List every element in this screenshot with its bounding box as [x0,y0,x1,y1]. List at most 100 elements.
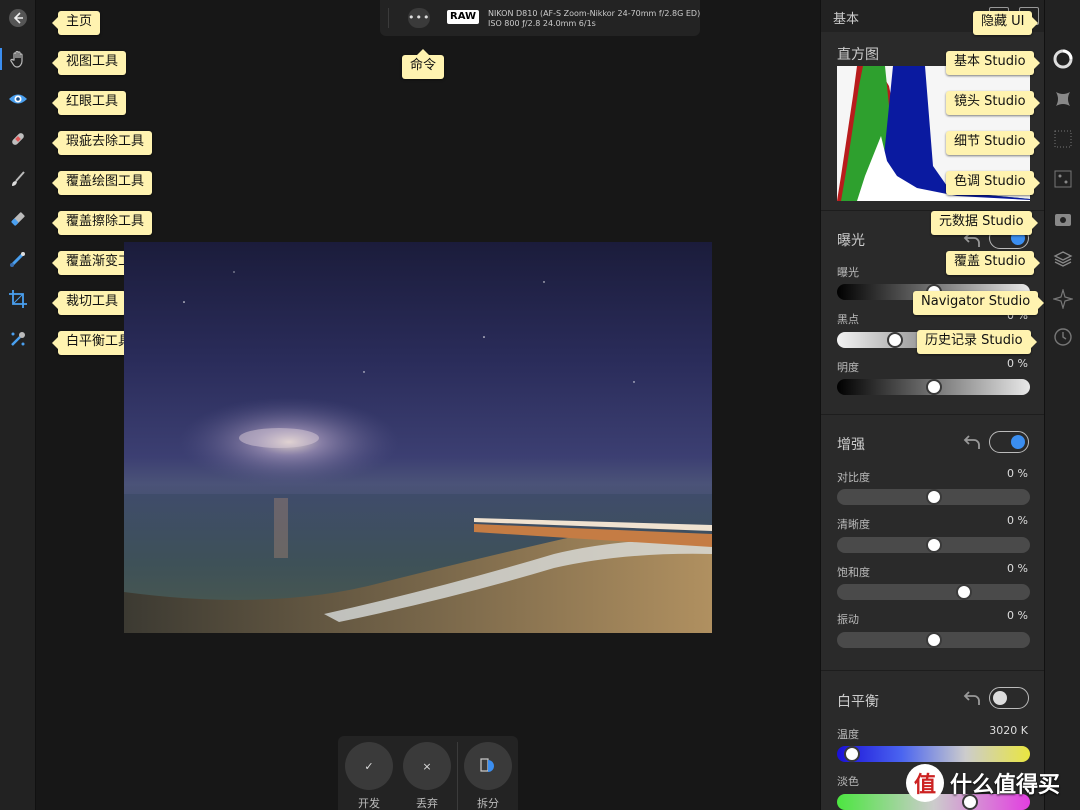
crop-tool-button[interactable] [4,285,32,313]
slider-value: 0 % [1007,514,1028,527]
metadata-studio-button[interactable] [1052,208,1074,230]
slider-knob[interactable] [844,746,861,762]
discard-label: 丢弃 [416,797,438,810]
tooltip-navigator-studio: Navigator Studio [913,291,1045,315]
white-balance-tool-button[interactable] [4,325,32,353]
tooltip-lens-studio: 镜头 Studio [946,91,1040,115]
lens-studio-button[interactable] [1052,88,1074,110]
develop-button[interactable]: ✓ [345,742,393,790]
slider-knob[interactable] [886,332,903,348]
slider-value: 3020 K [989,724,1028,737]
slider-label: 温度 [837,728,859,741]
slider-knob[interactable] [925,537,942,553]
basic-studio-icon [1053,49,1073,69]
tone-studio-icon [1054,170,1072,188]
night-beach-photo [124,271,712,633]
slider-knob[interactable] [925,632,942,648]
blemish-tool-button[interactable] [4,125,32,153]
compass-icon [1053,289,1073,309]
histogram-title: 直方图 [837,47,879,63]
slider-value: 0 % [1007,562,1028,575]
command-more-button[interactable]: ••• [408,8,430,28]
view-tool-button[interactable] [0,45,32,73]
camera-icon [1055,214,1071,226]
eraser-icon [11,212,25,226]
white-balance-reset-icon[interactable] [963,690,981,706]
divider [821,414,1045,415]
crop-icon [9,290,27,308]
tooltip-metadata-studio: 元数据 Studio [931,211,1038,235]
toggle-knob [993,691,1007,705]
check-icon: ✓ [364,759,374,773]
tooltip-blemish-tool: 瑕疵去除工具 [51,131,153,155]
tooltip-overlay-paint-tool: 覆盖绘图工具 [51,171,153,195]
bandage-icon [12,133,24,145]
slider-knob[interactable] [925,379,942,395]
photo-canvas[interactable] [124,242,712,633]
watermark-logo: 值 [906,764,944,802]
enhance-reset-icon[interactable] [963,434,981,450]
slider-value: 0 % [1007,609,1028,622]
split-label: 拆分 [477,797,499,810]
navigator-studio-button[interactable] [1052,288,1074,310]
bottom-action-bar: ✓ 开发 × 丢弃 拆分 [338,736,518,810]
slider-value: 0 % [1007,357,1028,370]
tooltip-command: 命令 [402,49,445,79]
slider-label: 淡色 [837,775,859,788]
divider [388,8,389,28]
studio-icon-bar [1044,0,1080,810]
basic-studio-button[interactable] [1052,48,1074,70]
slider-knob[interactable] [925,489,942,505]
basic-studio-panel: 基本 直方图 曝光 曝光 0 % 黑点 0 % 明度 0 % 增强 [820,0,1045,810]
panel-title: 基本 [833,12,860,27]
slider-knob[interactable] [956,584,973,600]
tooltip-crop-tool: 裁切工具 [51,291,127,315]
slider-label: 明度 [837,361,859,374]
split-button[interactable] [464,742,512,790]
layers-icon [1053,251,1073,267]
eye-icon [9,94,27,104]
enhance-section-title: 增强 [837,437,865,453]
contrast-slider[interactable] [837,489,1030,505]
close-icon: × [422,759,432,773]
split-view-icon [480,758,494,772]
red-eye-tool-button[interactable] [4,85,32,113]
divider [821,670,1045,671]
tooltip-home: 主页 [51,11,101,35]
clarity-slider[interactable] [837,537,1030,553]
toggle-knob [1011,435,1025,449]
photo-info-bar: ••• RAW NIKON D810 (AF-S Zoom-Nikkor 24-… [380,0,700,36]
vibrance-slider[interactable] [837,632,1030,648]
overlay-studio-button[interactable] [1052,248,1074,270]
overlay-gradient-tool-button[interactable] [4,245,32,273]
slider-label: 饱和度 [837,566,870,579]
back-arrow-icon [9,9,27,27]
hand-icon [10,50,23,68]
temperature-slider[interactable] [837,746,1030,762]
overlay-paint-tool-button[interactable] [4,165,32,193]
slider-label: 振动 [837,613,859,626]
detail-studio-button[interactable] [1052,128,1074,150]
history-studio-button[interactable] [1052,326,1074,348]
tooltip-red-eye-tool: 红眼工具 [51,91,127,115]
lens-studio-icon [1056,92,1070,106]
watermark: 值 什么值得买 [906,764,1060,802]
slider-value: 0 % [1007,467,1028,480]
saturation-slider[interactable] [837,584,1030,600]
tooltip-view-tool: 视图工具 [51,51,127,75]
tooltip-tone-studio: 色调 Studio [946,171,1040,195]
raw-badge: RAW [447,10,480,24]
back-button[interactable] [4,4,32,32]
white-balance-toggle[interactable] [989,687,1029,709]
camera-lens-info: NIKON D810 (AF-S Zoom-Nikkor 24-70mm f/2… [488,9,701,18]
slider-label: 黑点 [837,313,859,326]
slider-label: 曝光 [837,266,859,279]
discard-button[interactable]: × [403,742,451,790]
exposure-section-title: 曝光 [837,233,865,249]
eyedropper-icon [11,332,25,346]
enhance-toggle[interactable] [989,431,1029,453]
overlay-erase-tool-button[interactable] [4,205,32,233]
clock-icon [1054,328,1072,346]
brightness-slider[interactable] [837,379,1030,395]
tone-studio-button[interactable] [1052,168,1074,190]
